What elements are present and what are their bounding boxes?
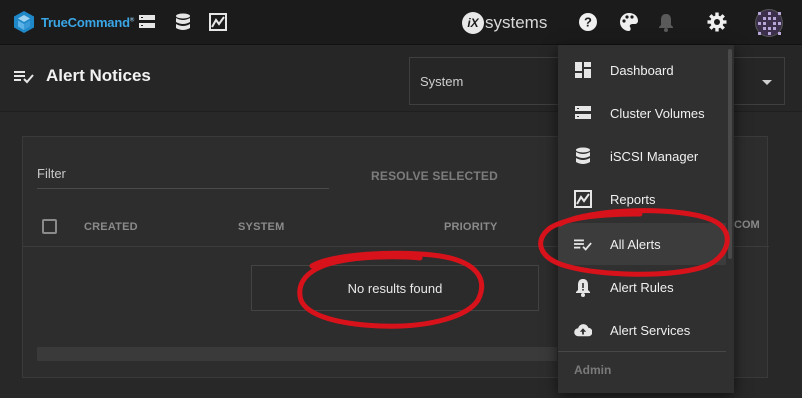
column-comment-truncated: COM: [734, 219, 760, 231]
empty-state: No results found: [251, 265, 539, 311]
truecommand-logo[interactable]: TrueCommand®: [12, 10, 134, 34]
database-icon: [574, 147, 592, 165]
horizontal-scrollbar[interactable]: [37, 347, 557, 361]
database-icon[interactable]: [173, 12, 193, 32]
chart-icon: [574, 190, 592, 208]
servers-icon: [574, 104, 592, 122]
menu-item-alert-services[interactable]: Alert Services: [558, 309, 726, 351]
top-bar: TrueCommand® iX systems ?: [0, 0, 802, 45]
menu-divider: [558, 351, 726, 352]
menu-item-label: Dashboard: [610, 62, 674, 78]
column-created[interactable]: CREATED: [84, 221, 138, 233]
bell-icon[interactable]: [656, 12, 676, 32]
chevron-down-icon: [762, 80, 772, 85]
menu-item-alert-rules[interactable]: Alert Rules: [558, 266, 726, 308]
menu-item-iscsi-manager[interactable]: iSCSI Manager: [558, 135, 726, 177]
servers-icon[interactable]: [137, 12, 157, 32]
menu-item-reports[interactable]: Reports: [558, 178, 726, 220]
page-title-group: Alert Notices: [14, 66, 151, 86]
menu-item-label: Reports: [610, 191, 656, 207]
settings-menu: Dashboard Cluster Volumes iSCSI Manager …: [558, 45, 734, 393]
dashboard-icon: [574, 61, 592, 79]
menu-item-label: iSCSI Manager: [610, 148, 699, 164]
system-select-value: System: [420, 74, 464, 89]
filter-input[interactable]: Filter: [37, 165, 329, 189]
select-all-checkbox[interactable]: [42, 219, 57, 234]
menu-scrollbar[interactable]: [728, 49, 732, 259]
list-check-icon: [574, 235, 592, 253]
resolve-selected-button[interactable]: RESOLVE SELECTED: [371, 169, 498, 183]
svg-text:?: ?: [584, 15, 592, 30]
column-priority[interactable]: PRIORITY: [444, 221, 498, 233]
user-avatar[interactable]: [755, 9, 783, 37]
palette-icon[interactable]: [619, 12, 639, 32]
filter-label: Filter: [37, 166, 66, 181]
menu-item-label: Alert Rules: [610, 279, 674, 295]
column-system[interactable]: SYSTEM: [238, 221, 284, 233]
menu-item-dashboard[interactable]: Dashboard: [558, 49, 726, 91]
menu-item-all-alerts[interactable]: All Alerts: [558, 223, 726, 265]
truecommand-logo-icon: [14, 11, 34, 33]
list-check-icon: [14, 71, 34, 84]
cloud-upload-icon: [574, 321, 592, 339]
menu-item-label: Cluster Volumes: [610, 105, 705, 121]
alert-bell-icon: [574, 278, 592, 297]
gear-icon[interactable]: [707, 12, 727, 32]
logo-text: TrueCommand®: [41, 14, 135, 30]
help-icon[interactable]: ?: [578, 12, 598, 32]
menu-item-label: Alert Services: [610, 322, 691, 338]
menu-item-label: All Alerts: [610, 236, 661, 252]
chart-icon[interactable]: [208, 12, 228, 32]
page-title: Alert Notices: [46, 66, 151, 85]
menu-item-cluster-volumes[interactable]: Cluster Volumes: [558, 92, 726, 134]
ixsystems-logo: iX systems: [462, 12, 547, 34]
menu-section-admin: Admin: [574, 363, 612, 377]
